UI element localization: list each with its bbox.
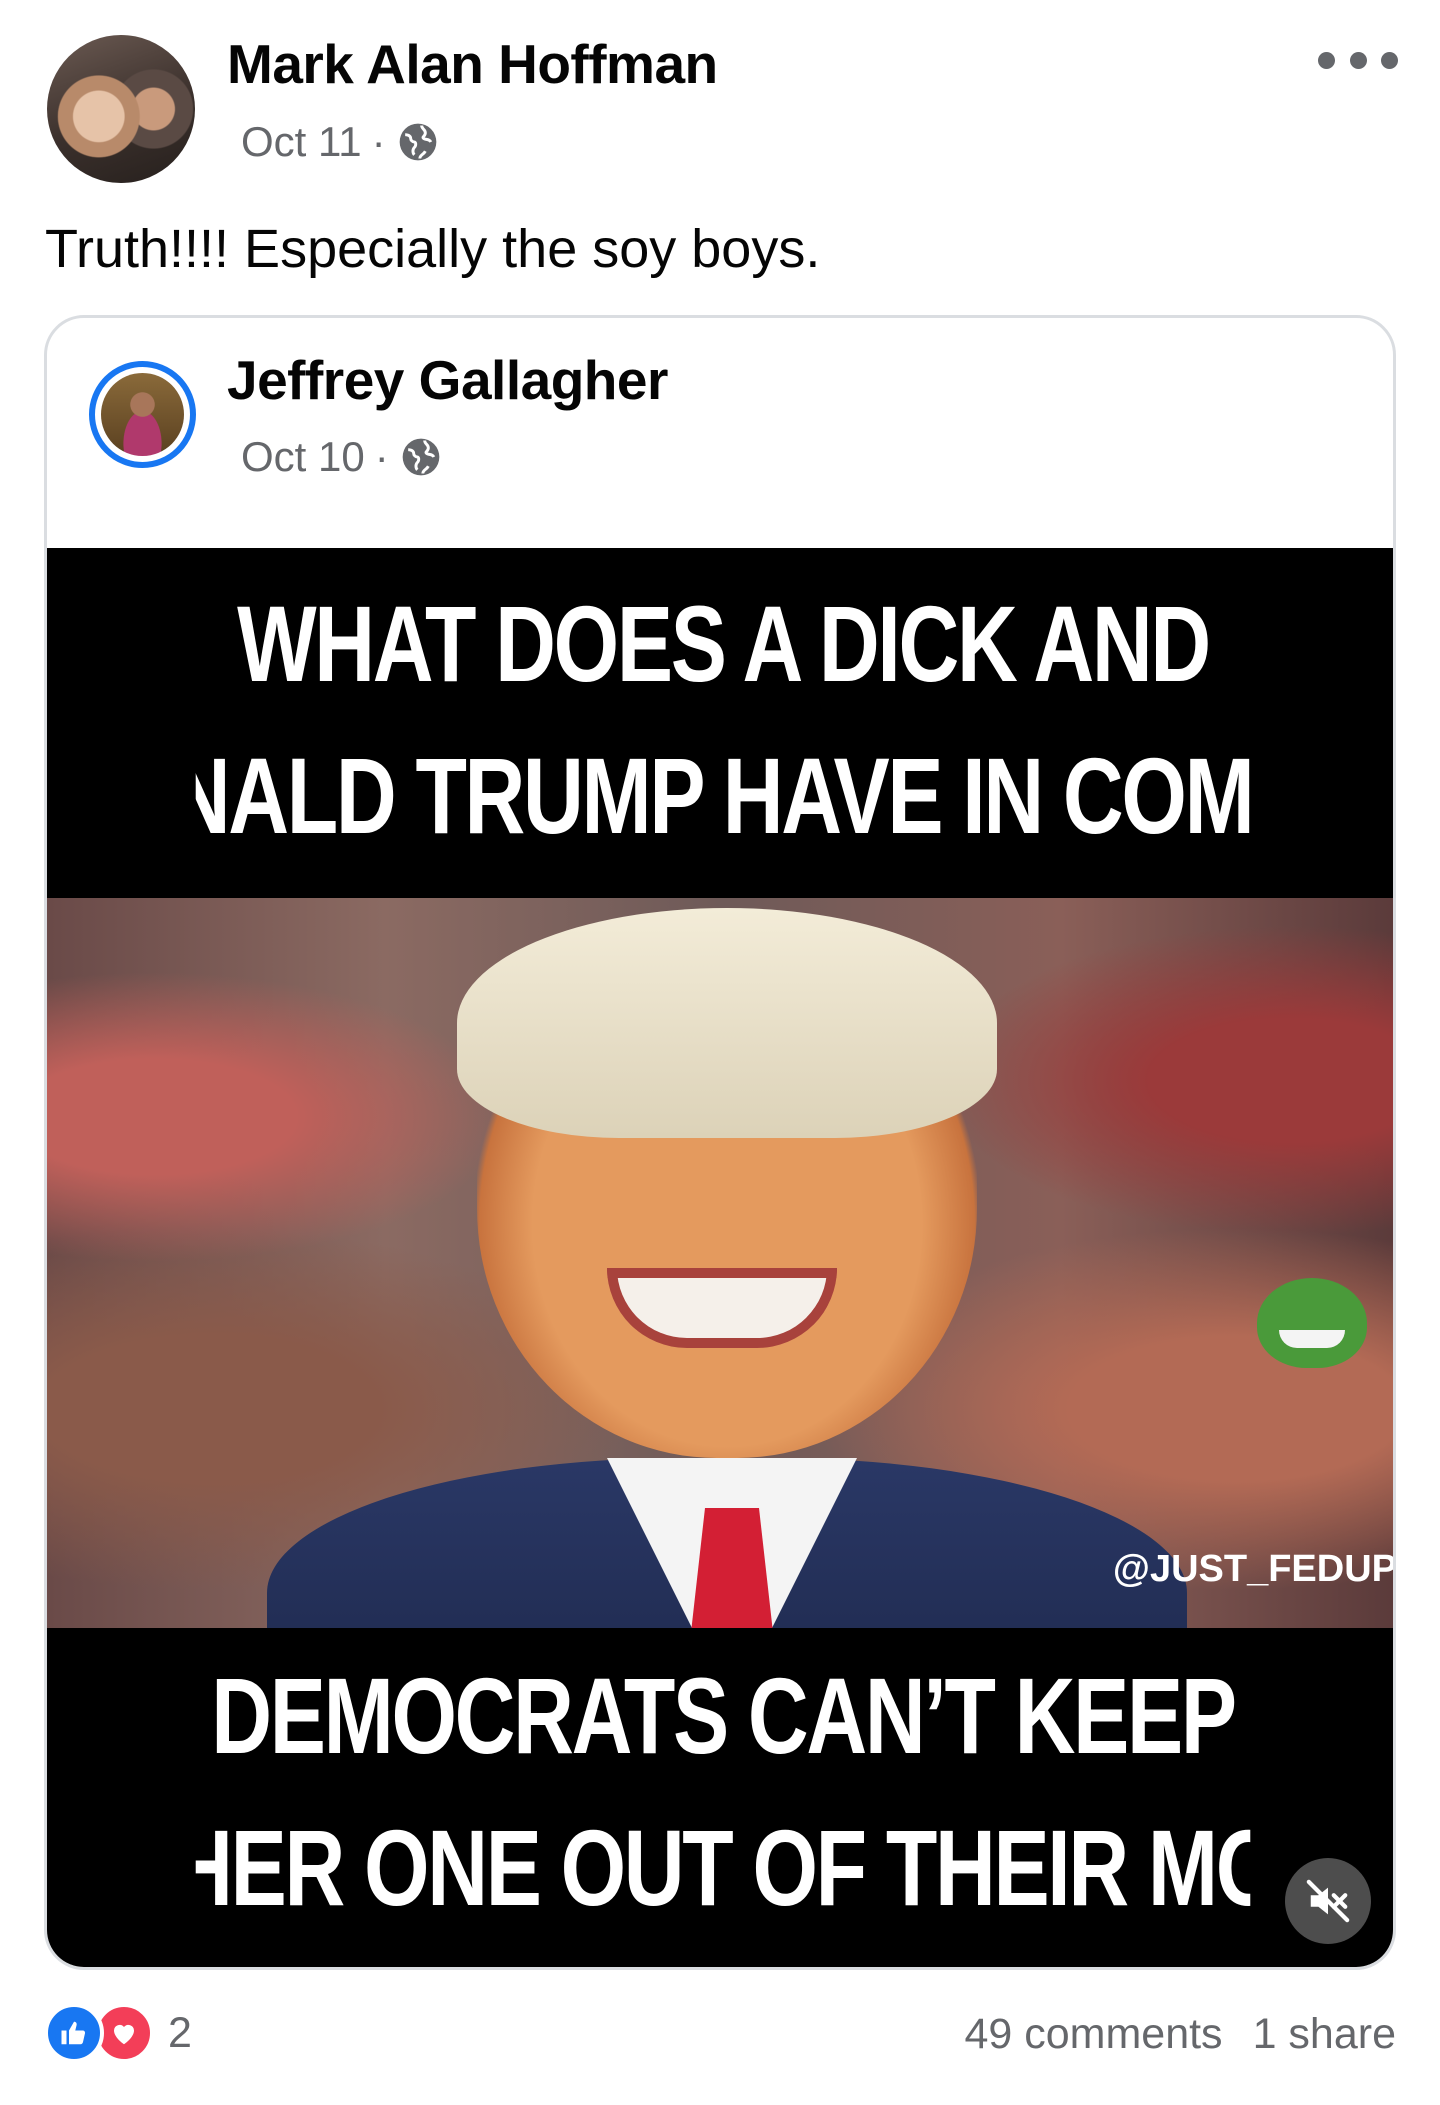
meme-watermark: @JUST_FEDUP <box>1112 1548 1396 1590</box>
shared-post-card[interactable]: Jeffrey Gallagher Oct 10 · WHAT DOES A D… <box>44 315 1396 1970</box>
meme-image[interactable]: WHAT DOES A DICK AND DONALD TRUMP HAVE I… <box>47 548 1396 1967</box>
muted-audio-icon[interactable] <box>1285 1858 1371 1944</box>
meme-bottom-text: DEMOCRATS CAN’T KEEP EITHER ONE OUT OF T… <box>195 1628 1251 1967</box>
reactions-summary[interactable]: 2 <box>44 2003 192 2063</box>
shared-author-name[interactable]: Jeffrey Gallagher <box>227 348 668 412</box>
meme-top-text: WHAT DOES A DICK AND DONALD TRUMP HAVE I… <box>195 556 1251 896</box>
shared-author-avatar[interactable] <box>89 361 196 468</box>
shares-count-link[interactable]: 1 share <box>1253 2010 1396 2059</box>
meme-bottom-line-1: DEMOCRATS CAN’T KEEP <box>211 1655 1237 1776</box>
pepe-frog-icon <box>1257 1278 1367 1368</box>
author-avatar[interactable] <box>47 35 195 183</box>
comments-count-link[interactable]: 49 comments <box>964 2010 1222 2059</box>
post-caption: Truth!!!! Especially the soy boys. <box>45 219 821 279</box>
post-author-name[interactable]: Mark Alan Hoffman <box>227 32 718 96</box>
post-meta: Oct 11 · <box>241 118 440 166</box>
more-options-icon[interactable] <box>1318 40 1398 80</box>
engagement-stats: 49 comments 1 share <box>964 2010 1396 2059</box>
meme-top-line-1: WHAT DOES A DICK AND <box>237 583 1211 704</box>
meta-separator: · <box>371 118 386 165</box>
globe-icon[interactable] <box>399 435 443 479</box>
shared-post-date[interactable]: Oct 10 <box>241 433 365 481</box>
shared-meta-separator: · <box>374 433 389 480</box>
post-date[interactable]: Oct 11 <box>241 118 362 166</box>
meme-photo: @JUST_FEDUP <box>47 898 1396 1628</box>
facebook-post: Mark Alan Hoffman Oct 11 · Truth!!!! Esp… <box>0 0 1440 2105</box>
like-reaction-icon <box>44 2003 104 2063</box>
meme-top-line-2: DONALD TRUMP HAVE IN COMMON? <box>196 735 1251 856</box>
reaction-count: 2 <box>168 2008 192 2057</box>
shared-post-meta: Oct 10 · <box>241 433 443 481</box>
meme-bottom-line-2: EITHER ONE OUT OF THEIR MOUTH <box>196 1807 1251 1928</box>
globe-icon[interactable] <box>396 120 440 164</box>
